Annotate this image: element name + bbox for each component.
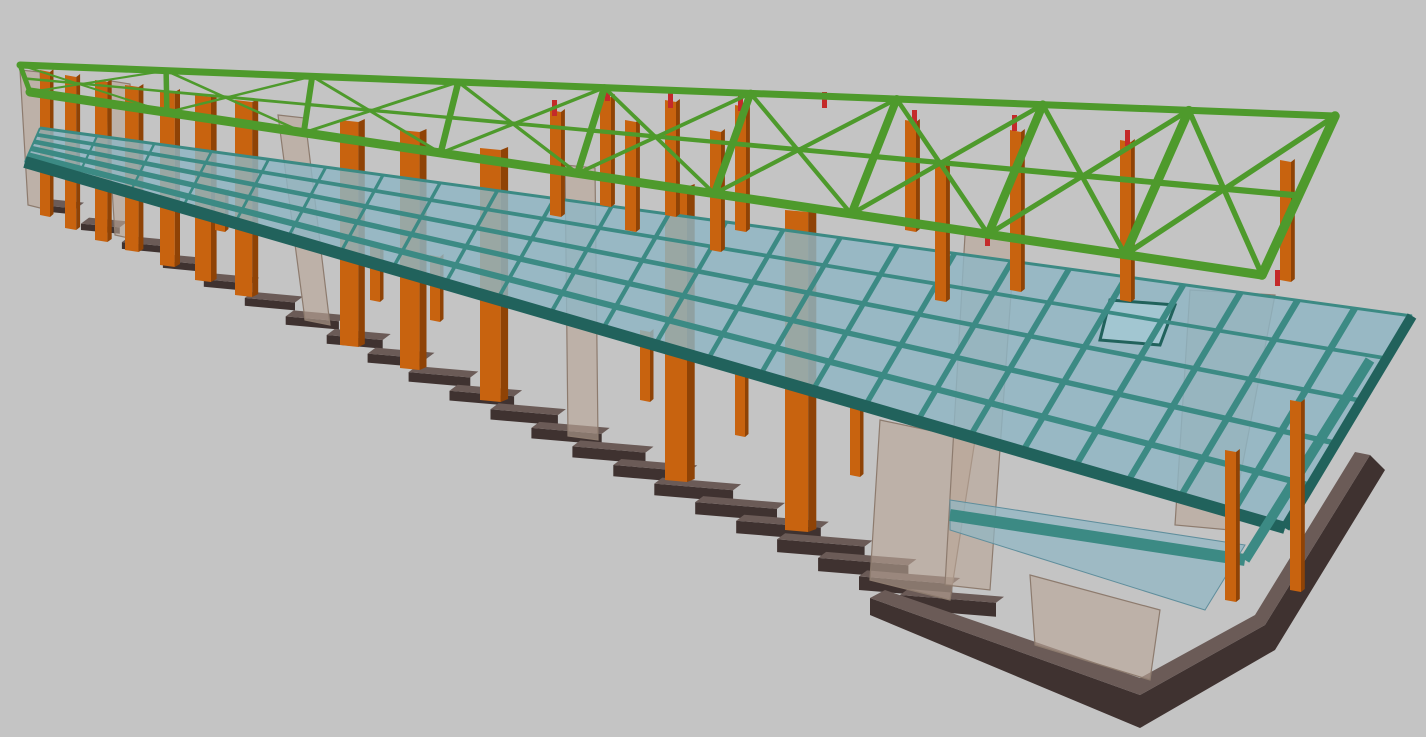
upper-column-side [1236, 449, 1240, 602]
model-viewport[interactable] [0, 0, 1426, 737]
upper-column [1225, 450, 1236, 602]
upper-column [1290, 400, 1301, 592]
column-connector [1275, 270, 1280, 286]
structural-3d-model[interactable] [0, 0, 1426, 737]
upper-column-side [746, 104, 750, 232]
ground-column-back [735, 370, 745, 437]
upper-column-side [1131, 139, 1135, 302]
upper-column [600, 95, 611, 207]
truss-rafter [163, 67, 170, 116]
upper-column-side [611, 94, 615, 207]
column-connector [1125, 130, 1130, 146]
upper-column [1120, 140, 1131, 302]
upper-column [625, 120, 636, 232]
upper-column [665, 100, 676, 217]
upper-column-side [1301, 399, 1305, 592]
column-connector [668, 92, 673, 108]
ground-column-back [850, 400, 860, 477]
ground-column-back-side [745, 369, 749, 437]
